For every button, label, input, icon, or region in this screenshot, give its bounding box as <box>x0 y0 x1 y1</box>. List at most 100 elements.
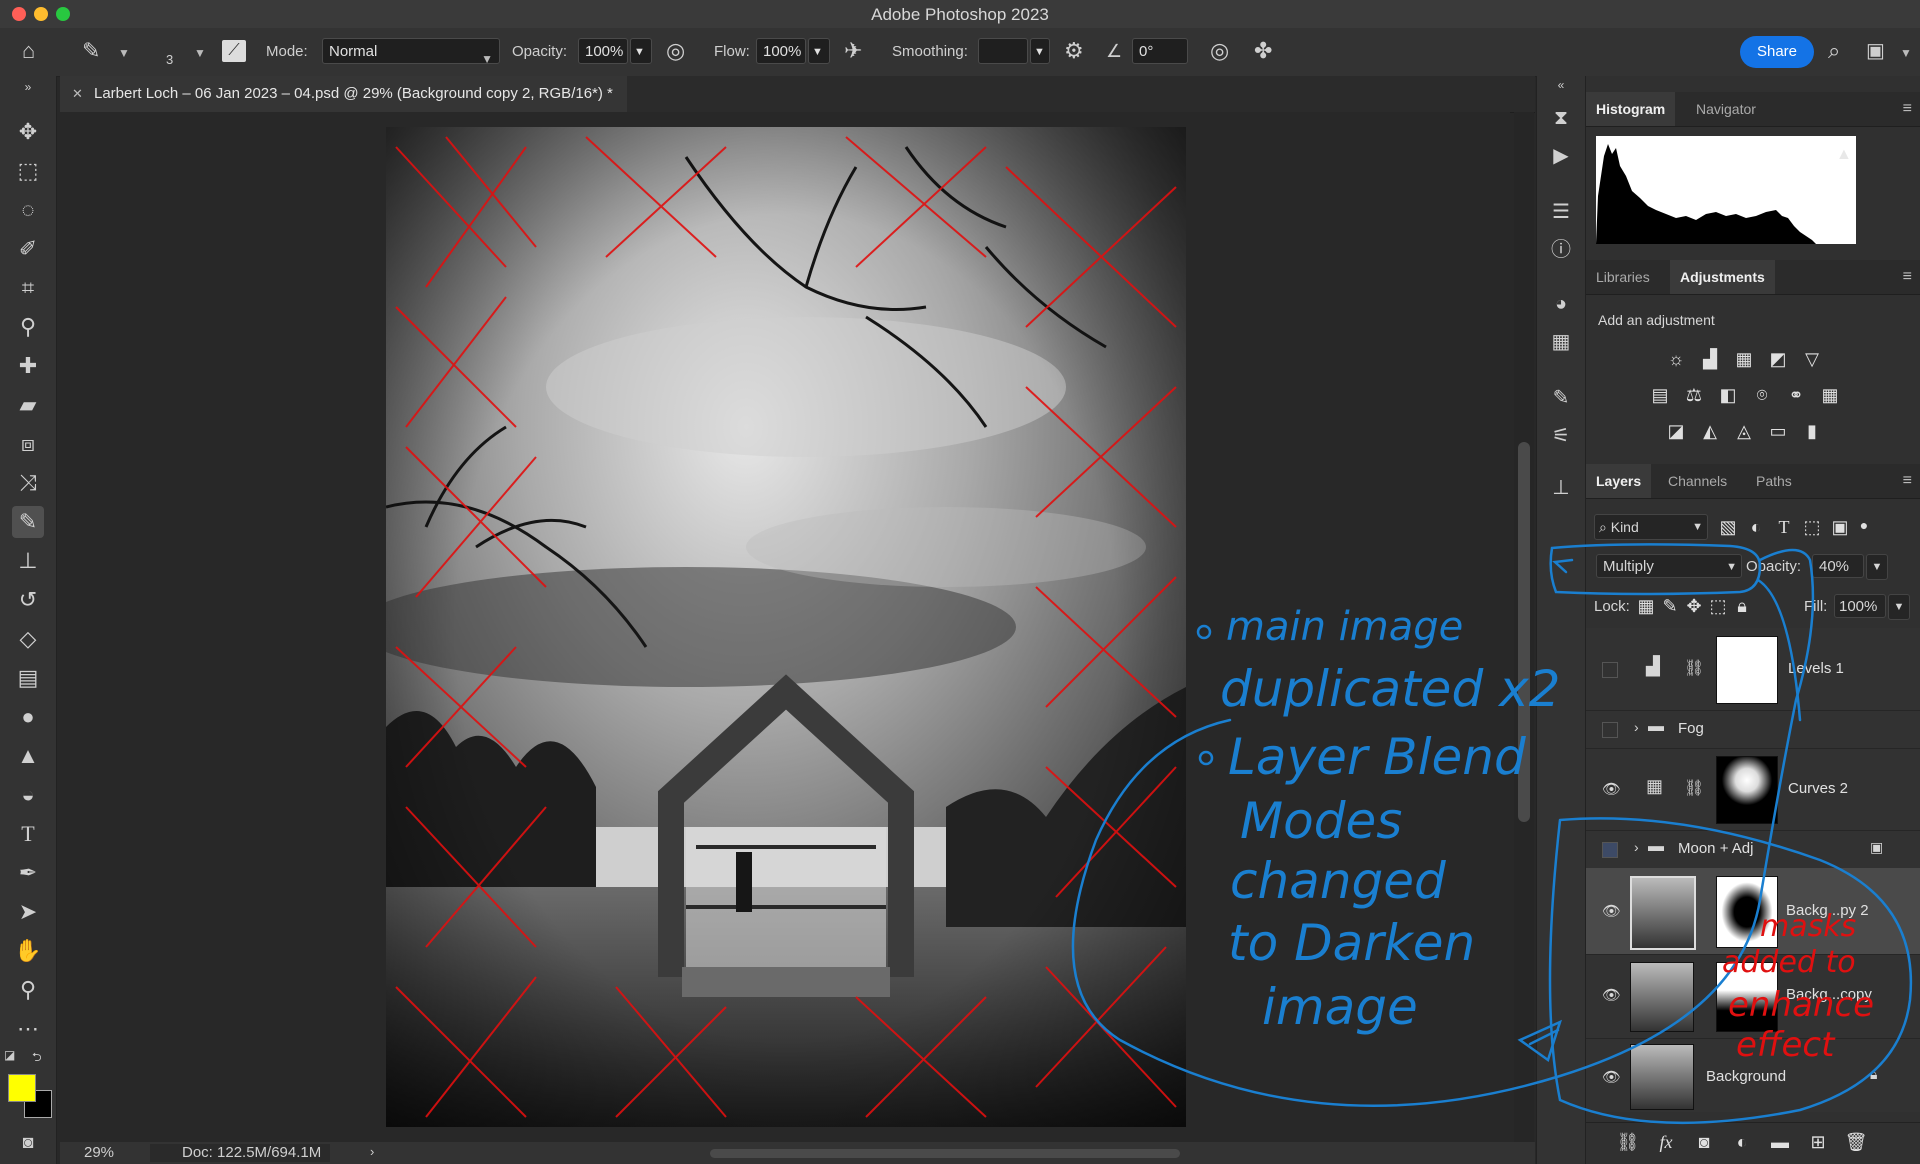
levels-icon[interactable]: ▟ <box>1698 348 1722 370</box>
content-aware-tool-icon[interactable]: ⧈ <box>12 428 44 460</box>
vibrance-icon[interactable]: ▽ <box>1800 348 1824 370</box>
hand-tool-icon[interactable]: ✋ <box>12 935 44 967</box>
symmetry-butterfly-icon[interactable]: ✤ <box>1254 40 1272 62</box>
layer-row[interactable]: 👁︎ Background 🔒︎ <box>1586 1038 1920 1114</box>
close-tab-icon[interactable]: ✕ <box>72 76 83 112</box>
layer-mask-thumbnail[interactable] <box>1716 756 1778 824</box>
tab-libraries[interactable]: Libraries <box>1586 260 1660 294</box>
posterize-icon[interactable]: ◭ <box>1698 420 1722 442</box>
chevron-down-icon[interactable]: ▼ <box>1900 46 1912 60</box>
clone-source-icon[interactable]: ⊥ <box>1549 476 1573 500</box>
layer-group-row[interactable]: › ▬ Moon + Adj ▣ <box>1586 830 1920 869</box>
panel-menu-icon[interactable]: ≡ <box>1903 100 1912 118</box>
brush-preset-icon[interactable]: ✎ <box>82 40 100 62</box>
info-icon[interactable]: ⓘ <box>1549 238 1573 262</box>
curves-icon[interactable]: ▦ <box>1732 348 1756 370</box>
link-icon[interactable]: ⛓ <box>1684 658 1704 678</box>
brushes-icon[interactable]: ✎ <box>1549 386 1573 410</box>
default-colors-icon[interactable]: ◪ <box>4 1048 15 1062</box>
transform-tool-icon[interactable]: ⤨ <box>12 467 44 499</box>
layer-name[interactable]: Levels 1 <box>1788 660 1844 677</box>
collapse-icon[interactable]: « <box>1549 78 1573 92</box>
opacity-dropdown[interactable]: ▼ <box>630 38 652 64</box>
visibility-toggle[interactable] <box>1602 722 1618 738</box>
direct-selection-tool-icon[interactable]: ➤ <box>12 896 44 928</box>
new-layer-icon[interactable]: ⊞ <box>1806 1131 1830 1153</box>
history-brush-tool-icon[interactable]: ↺ <box>12 584 44 616</box>
tab-channels[interactable]: Channels <box>1658 464 1737 498</box>
add-mask-icon[interactable]: ◙ <box>1692 1131 1716 1153</box>
path-selection-tool-icon[interactable]: ✒ <box>12 857 44 889</box>
tab-navigator[interactable]: Navigator <box>1686 92 1766 126</box>
fx-icon[interactable]: fx <box>1654 1131 1678 1153</box>
blend-mode-select[interactable]: Multiply ▼ <box>1596 554 1742 578</box>
panel-menu-icon[interactable]: ≡ <box>1903 472 1912 490</box>
swatches-grid-icon[interactable]: ▦ <box>1549 330 1573 354</box>
fill-field[interactable]: 100% <box>1834 594 1886 618</box>
visibility-toggle[interactable] <box>1602 842 1618 858</box>
layer-name[interactable]: Fog <box>1678 720 1704 737</box>
filter-adjustment-icon[interactable]: ◐ <box>1744 516 1768 538</box>
flow-dropdown[interactable]: ▼ <box>808 38 830 64</box>
pressure-opacity-icon[interactable]: ◎ <box>666 40 685 62</box>
airbrush-icon[interactable]: ✈ <box>844 40 862 62</box>
quick-selection-tool-icon[interactable]: ✐ <box>12 233 44 265</box>
lock-all-icon[interactable]: 🔒︎ <box>1730 595 1754 617</box>
filter-toggle-icon[interactable]: ● <box>1852 514 1876 536</box>
layer-name[interactable]: Curves 2 <box>1788 780 1848 797</box>
zoom-tool-icon[interactable]: ⚲ <box>12 974 44 1006</box>
layer-row[interactable]: 👁︎ ▦ ⛓ Curves 2 <box>1586 748 1920 831</box>
layer-mask-thumbnail[interactable] <box>1716 636 1778 704</box>
workspace-icon[interactable]: ▣ <box>1866 40 1885 62</box>
layer-row-selected[interactable]: 👁︎ Backg...py 2 <box>1586 868 1920 955</box>
gear-icon[interactable]: ⚙ <box>1064 40 1084 62</box>
black-white-icon[interactable]: ◧ <box>1716 384 1740 406</box>
layer-row[interactable]: ▟ ⛓ Levels 1 <box>1586 628 1920 711</box>
spot-healing-tool-icon[interactable]: ✚ <box>12 350 44 382</box>
layer-row[interactable]: 👁︎ Backg...copy <box>1586 954 1920 1039</box>
blur-tool-icon[interactable]: ● <box>12 701 44 733</box>
fill-dropdown[interactable]: ▼ <box>1888 594 1910 620</box>
clone-stamp-tool-icon[interactable]: ⊥ <box>12 545 44 577</box>
new-group-icon[interactable]: ▬ <box>1768 1131 1792 1153</box>
scrollbar-thumb[interactable] <box>1518 442 1530 822</box>
color-palette-icon[interactable]: ◕ <box>1549 292 1573 316</box>
brightness-icon[interactable]: ☼ <box>1664 348 1688 370</box>
selective-color-icon[interactable]: ▮ <box>1800 420 1824 442</box>
eye-icon[interactable]: 👁︎ <box>1602 780 1622 798</box>
horizontal-scrollbar-thumb[interactable] <box>710 1149 1180 1158</box>
panel-menu-icon[interactable]: ≡ <box>1903 268 1912 286</box>
hue-saturation-icon[interactable]: ▤ <box>1648 384 1672 406</box>
threshold-icon[interactable]: ◬ <box>1732 420 1756 442</box>
brush-tool-icon[interactable]: ✎ <box>12 506 44 538</box>
canvas-vertical-scrollbar[interactable] <box>1514 112 1534 1142</box>
marquee-tool-icon[interactable]: ⬚ <box>12 155 44 187</box>
layer-name[interactable]: Background <box>1706 1068 1786 1085</box>
type-tool-icon[interactable]: T <box>12 818 44 850</box>
lock-position-icon[interactable]: ✥ <box>1682 595 1706 617</box>
trash-icon[interactable]: 🗑︎ <box>1844 1131 1868 1153</box>
eyedropper-tool-icon[interactable]: ⚲ <box>12 311 44 343</box>
chevron-down-icon[interactable]: ▼ <box>194 46 206 60</box>
chevron-right-icon[interactable]: › <box>370 1144 374 1159</box>
channel-mixer-icon[interactable]: ⚭ <box>1784 384 1808 406</box>
warning-icon[interactable]: ▲ <box>1836 146 1852 164</box>
link-icon[interactable]: ⛓ <box>1684 778 1704 798</box>
opacity-field[interactable]: 100% <box>578 38 628 64</box>
more-tools-icon[interactable]: ⋯ <box>12 1013 44 1045</box>
layer-name[interactable]: Backg...copy <box>1786 986 1872 1003</box>
eye-icon[interactable]: 👁︎ <box>1602 902 1622 920</box>
filter-shape-icon[interactable]: ⬚ <box>1800 516 1824 538</box>
tab-histogram[interactable]: Histogram <box>1586 92 1676 126</box>
home-icon[interactable]: ⌂ <box>22 40 35 62</box>
link-layers-icon[interactable]: ⛓ <box>1616 1131 1640 1153</box>
chevron-right-icon[interactable]: › <box>1634 839 1639 855</box>
new-adjustment-icon[interactable]: ◐ <box>1730 1131 1754 1153</box>
quick-mask-icon[interactable]: ◙ <box>12 1126 44 1158</box>
pen-tool-icon[interactable]: ◒ <box>12 779 44 811</box>
layer-group-row[interactable]: › ▬ Fog <box>1586 710 1920 749</box>
lock-image-icon[interactable]: ✎ <box>1658 595 1682 617</box>
lasso-tool-icon[interactable]: ◌ <box>12 194 44 226</box>
filter-pixel-icon[interactable]: ▧ <box>1716 516 1740 538</box>
layer-thumbnail[interactable] <box>1630 962 1694 1032</box>
